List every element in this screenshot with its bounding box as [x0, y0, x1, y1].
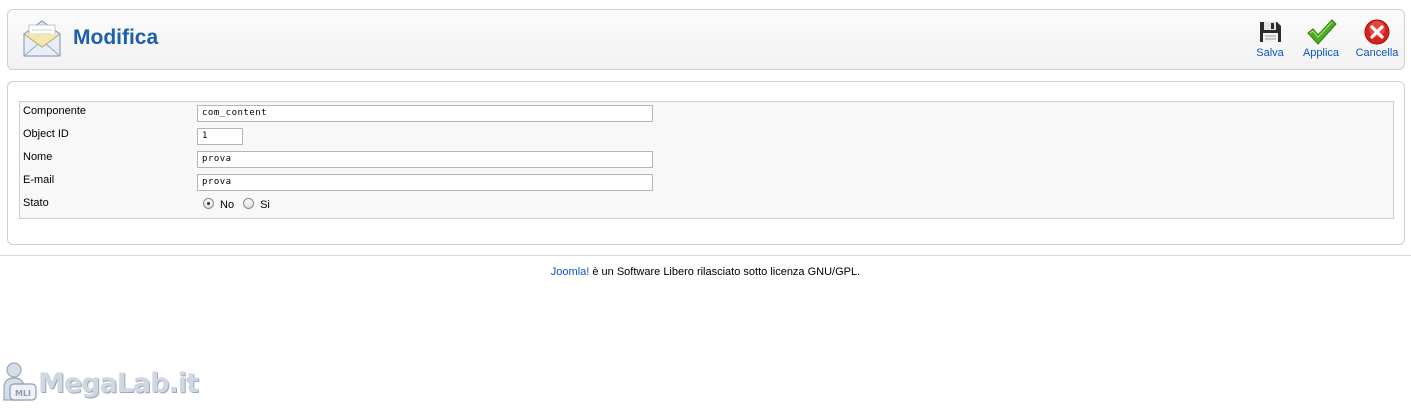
- footer: Joomla! è un Software Libero rilasciato …: [0, 266, 1411, 278]
- joomla-link[interactable]: Joomla!: [551, 266, 590, 278]
- form-row-component: Componente com_content: [20, 103, 1393, 123]
- form-row-object-id: Object ID 1: [20, 126, 1393, 146]
- envelope-icon: [23, 20, 61, 57]
- form-row-state: Stato No Si: [20, 195, 1393, 215]
- content-box: Componente com_content Object ID 1 Nome …: [7, 81, 1405, 245]
- toolbar-box: Modifica Salva Applica Cancella: [7, 9, 1405, 70]
- save-button[interactable]: Salva: [1245, 18, 1295, 59]
- page-divider: [0, 255, 1411, 256]
- megalab-logo-icon: MLI: [3, 362, 37, 401]
- megalab-badge-text: MLI: [15, 389, 31, 398]
- cancel-icon: [1364, 19, 1390, 45]
- page-title: Modifica: [73, 26, 159, 49]
- name-input[interactable]: prova: [197, 151, 653, 168]
- cancel-button[interactable]: Cancella: [1352, 18, 1402, 59]
- form-table: Componente com_content Object ID 1 Nome …: [19, 101, 1394, 219]
- name-label: Nome: [23, 151, 53, 163]
- state-option-si-label: Si: [260, 199, 270, 211]
- state-radio-no[interactable]: [203, 197, 214, 209]
- component-input[interactable]: com_content: [197, 105, 653, 122]
- state-label: Stato: [23, 197, 49, 209]
- footer-text: è un Software Libero rilasciato sotto li…: [589, 266, 861, 278]
- apply-label: Applica: [1302, 47, 1340, 59]
- checkmark-icon: [1307, 19, 1337, 45]
- megalab-watermark: MLI MegaLab.it: [2, 360, 199, 406]
- state-radio-si[interactable]: [243, 197, 255, 209]
- apply-button[interactable]: Applica: [1296, 18, 1346, 59]
- email-input[interactable]: prova: [197, 174, 653, 191]
- email-label: E-mail: [23, 174, 55, 186]
- floppy-disk-icon: [1260, 22, 1281, 42]
- megalab-text: MegaLab.it: [38, 368, 199, 399]
- state-radio-group: No Si: [203, 197, 279, 211]
- state-option-no-label: No: [220, 199, 235, 211]
- form-row-email: E-mail prova: [20, 172, 1393, 192]
- object-id-input[interactable]: 1: [197, 128, 243, 145]
- object-id-label: Object ID: [23, 128, 69, 140]
- component-label: Componente: [23, 105, 86, 117]
- cancel-label: Cancella: [1355, 47, 1399, 59]
- save-label: Salva: [1256, 47, 1284, 59]
- form-row-name: Nome prova: [20, 149, 1393, 169]
